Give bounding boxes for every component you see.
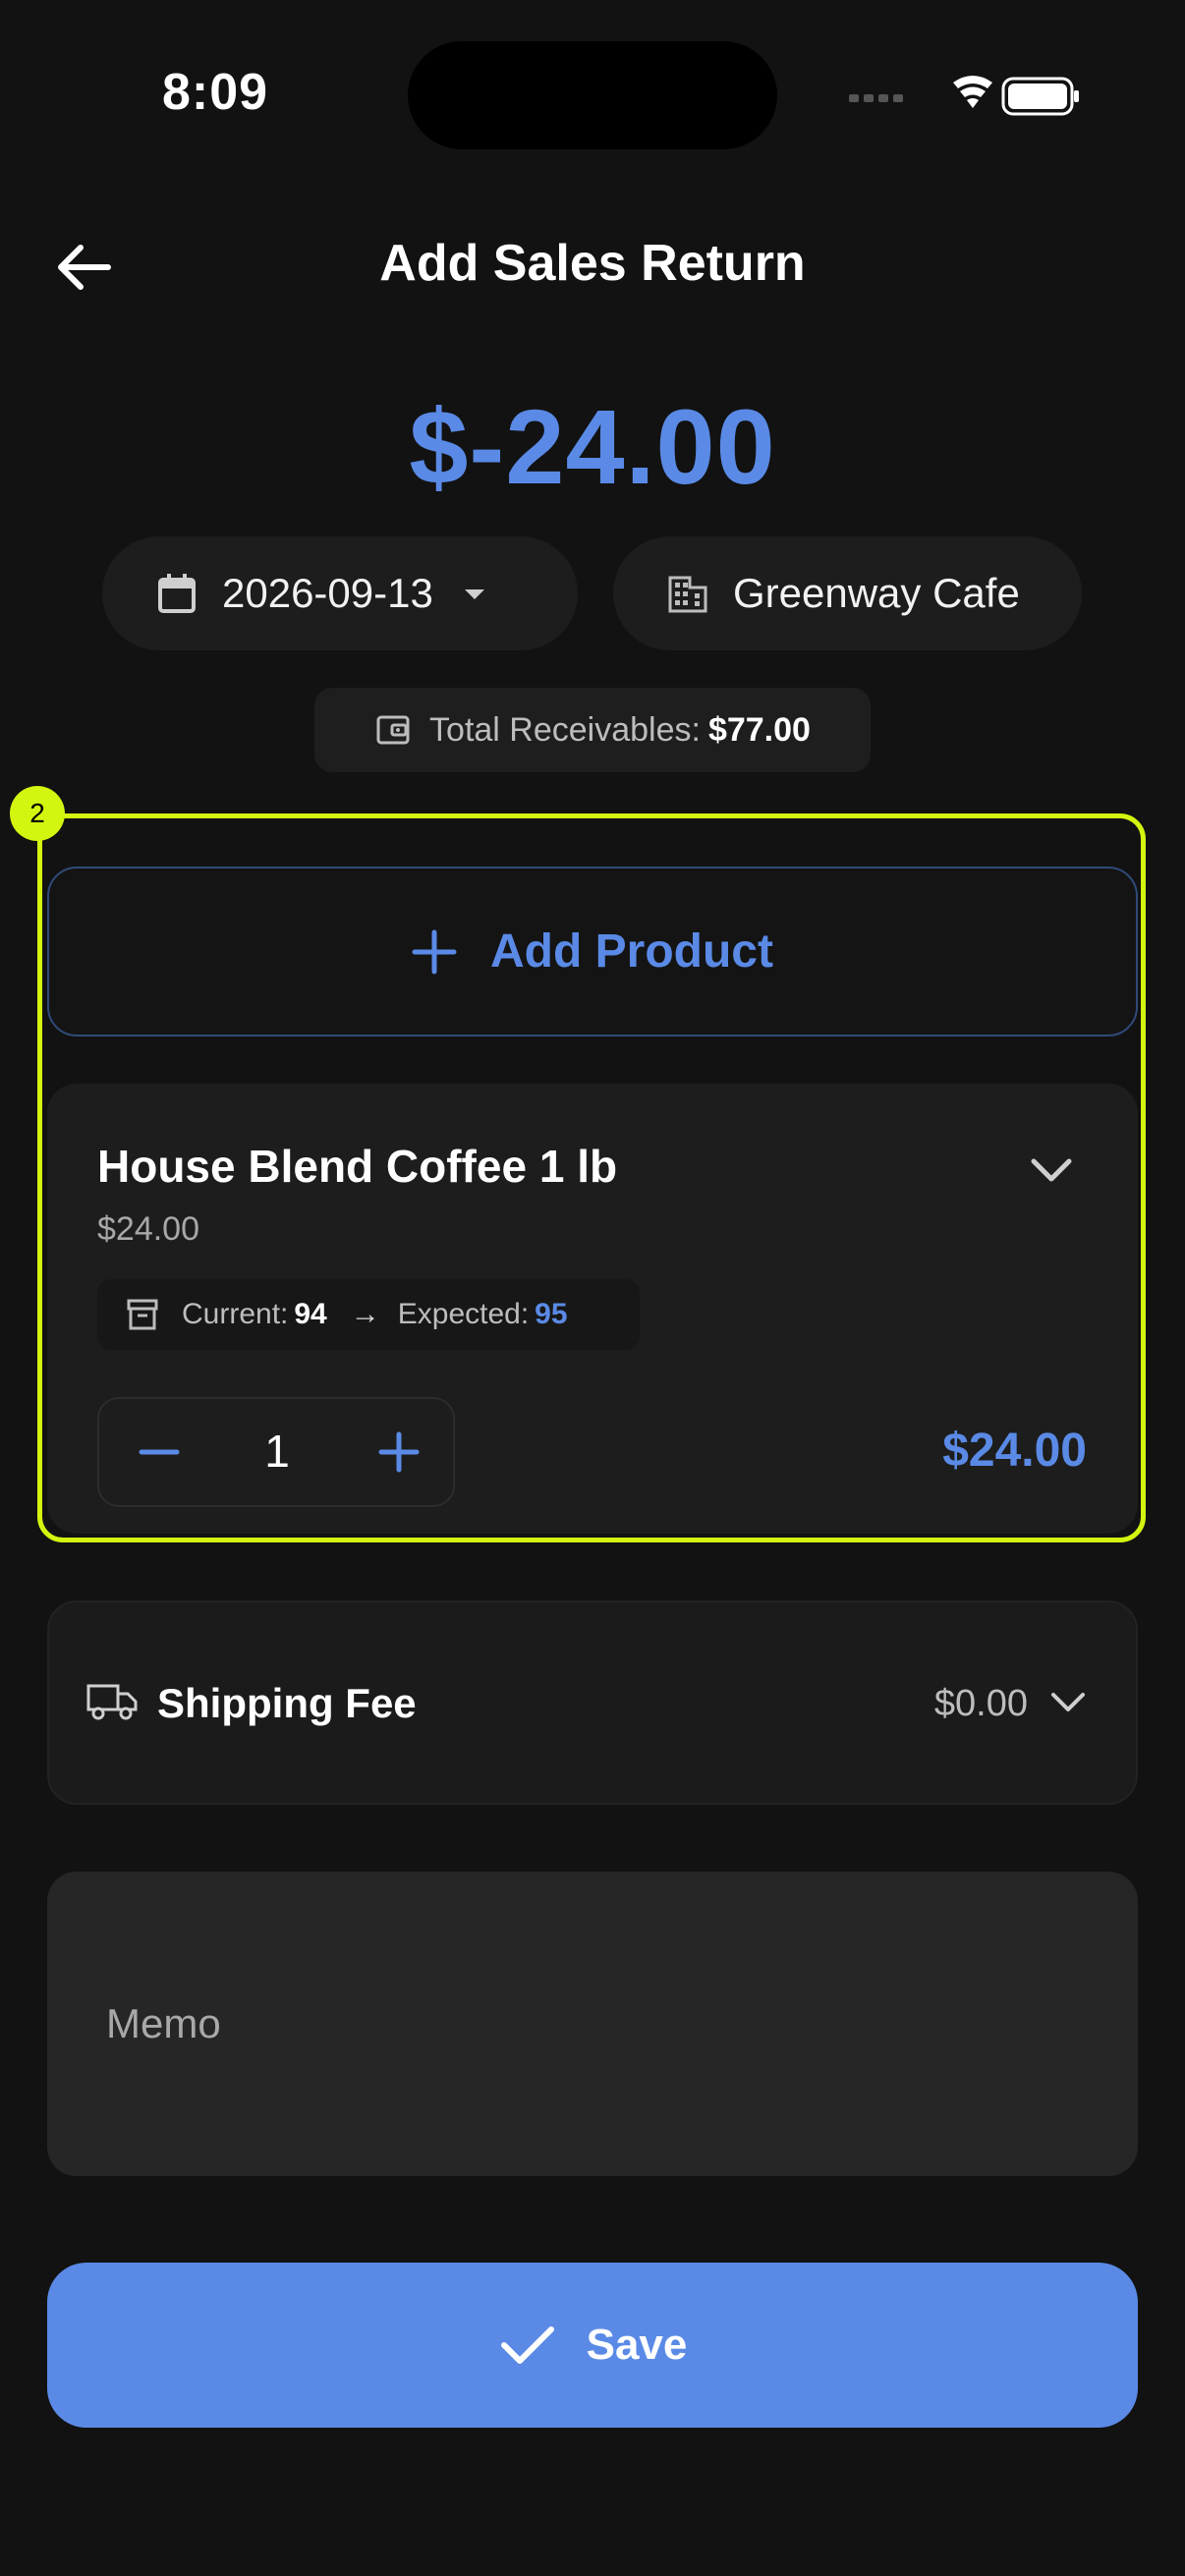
battery-icon [1001, 77, 1079, 116]
status-icons [849, 69, 1085, 124]
expected-label: Expected: [397, 1298, 530, 1330]
plus-icon [412, 929, 457, 974]
status-time: 8:09 [162, 64, 269, 121]
product-name: House Blend Coffee 1 lb [97, 1141, 618, 1192]
total-receivables-chip: Total Receivables: $77.00 [314, 688, 871, 772]
current-value: 94 [294, 1298, 327, 1330]
line-total: $24.00 [942, 1425, 1087, 1477]
product-expand-button[interactable] [1026, 1149, 1077, 1194]
expected-value: 95 [535, 1298, 568, 1330]
plus-icon [378, 1431, 420, 1473]
current-label: Current: [182, 1298, 289, 1330]
increase-quantity-button[interactable] [367, 1421, 430, 1484]
add-product-label: Add Product [490, 925, 773, 978]
customer-name: Greenway Cafe [733, 570, 1020, 616]
calendar-icon [158, 574, 196, 613]
minus-icon [139, 1449, 180, 1455]
date-value: 2026-09-13 [222, 570, 433, 616]
building-icon [668, 576, 707, 613]
signal-dots-icon [849, 94, 903, 102]
wallet-icon [376, 715, 410, 745]
save-label: Save [586, 2321, 688, 2369]
chevron-down-icon [1031, 1158, 1072, 1182]
caret-down-icon [464, 589, 484, 599]
add-product-button[interactable]: Add Product [47, 867, 1138, 1036]
dynamic-island [408, 41, 777, 149]
shipping-fee-value: $0.00 [933, 1683, 1028, 1724]
archive-icon [127, 1299, 158, 1330]
receivables-value: $77.00 [707, 710, 811, 749]
memo-placeholder: Memo [106, 2000, 221, 2046]
shipping-fee-label: Shipping Fee [157, 1680, 417, 1726]
total-amount: $-24.00 [409, 387, 776, 506]
save-button[interactable]: Save [47, 2263, 1138, 2428]
page-title: Add Sales Return [379, 235, 806, 292]
decrease-quantity-button[interactable] [128, 1421, 191, 1484]
date-picker-button[interactable]: 2026-09-13 [102, 536, 578, 650]
check-icon [500, 2326, 554, 2364]
stock-info: Current: 94 → Expected: 95 [97, 1279, 640, 1350]
customer-select-button[interactable]: Greenway Cafe [613, 536, 1082, 650]
highlight-badge: 2 [10, 786, 65, 841]
chevron-down-icon [1047, 1686, 1089, 1722]
wifi-icon [953, 76, 992, 108]
quantity-value[interactable]: 1 [242, 1425, 312, 1478]
truck-icon [86, 1680, 138, 1728]
product-price: $24.00 [97, 1210, 199, 1248]
receivables-label: Total Receivables: [429, 710, 701, 749]
memo-field[interactable]: Memo [47, 1872, 1138, 2176]
arrow-right-icon: → [350, 1298, 380, 1330]
